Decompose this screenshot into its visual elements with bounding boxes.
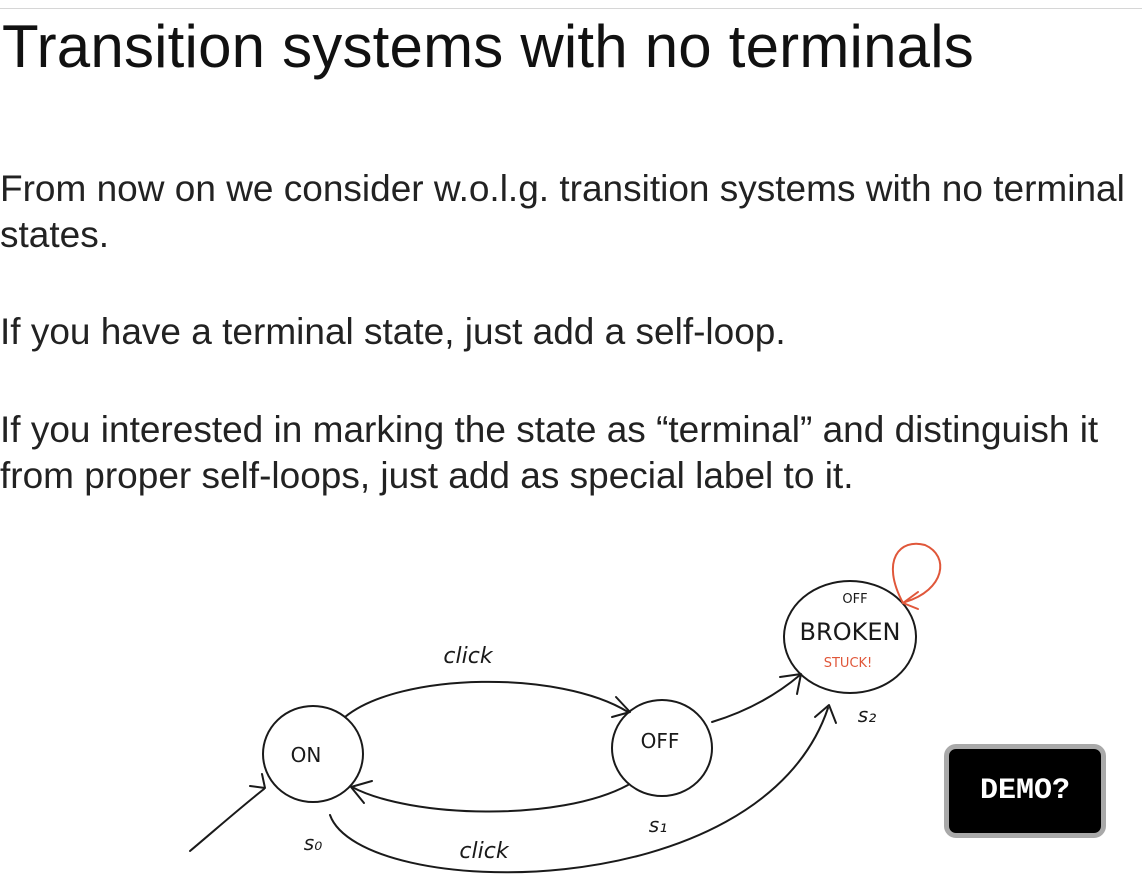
initial-arrowhead [249, 773, 266, 789]
edge-s0-s1-arc [344, 680, 629, 718]
edge-s1-s0-label: click [459, 839, 509, 864]
paragraph-wolog: From now on we consider w.o.l.g. transit… [0, 168, 1125, 255]
state-s2-name: s₂ [858, 703, 876, 727]
state-s2-annotation: STUCK! [824, 656, 873, 671]
edge-s0-s1-label: click [443, 644, 493, 669]
state-s1-label: OFF [641, 729, 680, 753]
initial-arrow [189, 788, 265, 852]
paragraph-special-label: If you interested in marking the state a… [0, 409, 1099, 496]
slide-title: Transition systems with no terminals [2, 13, 974, 80]
state-s0-label: ON [291, 743, 322, 767]
state-s1-name: s₁ [649, 813, 667, 837]
paragraph-self-loop: If you have a terminal state, just add a… [0, 311, 786, 352]
edge-s1-s0-arc [351, 784, 629, 813]
demo-button[interactable]: DEMO? [944, 744, 1106, 838]
edge-s0-s2-arc [329, 707, 829, 874]
state-s0-name: s₀ [304, 831, 322, 855]
state-s2-label: BROKEN [800, 618, 901, 646]
edge-s1-s2-arc [711, 674, 801, 723]
state-s2-prop-label: OFF [842, 592, 867, 607]
top-rule [0, 8, 1142, 9]
